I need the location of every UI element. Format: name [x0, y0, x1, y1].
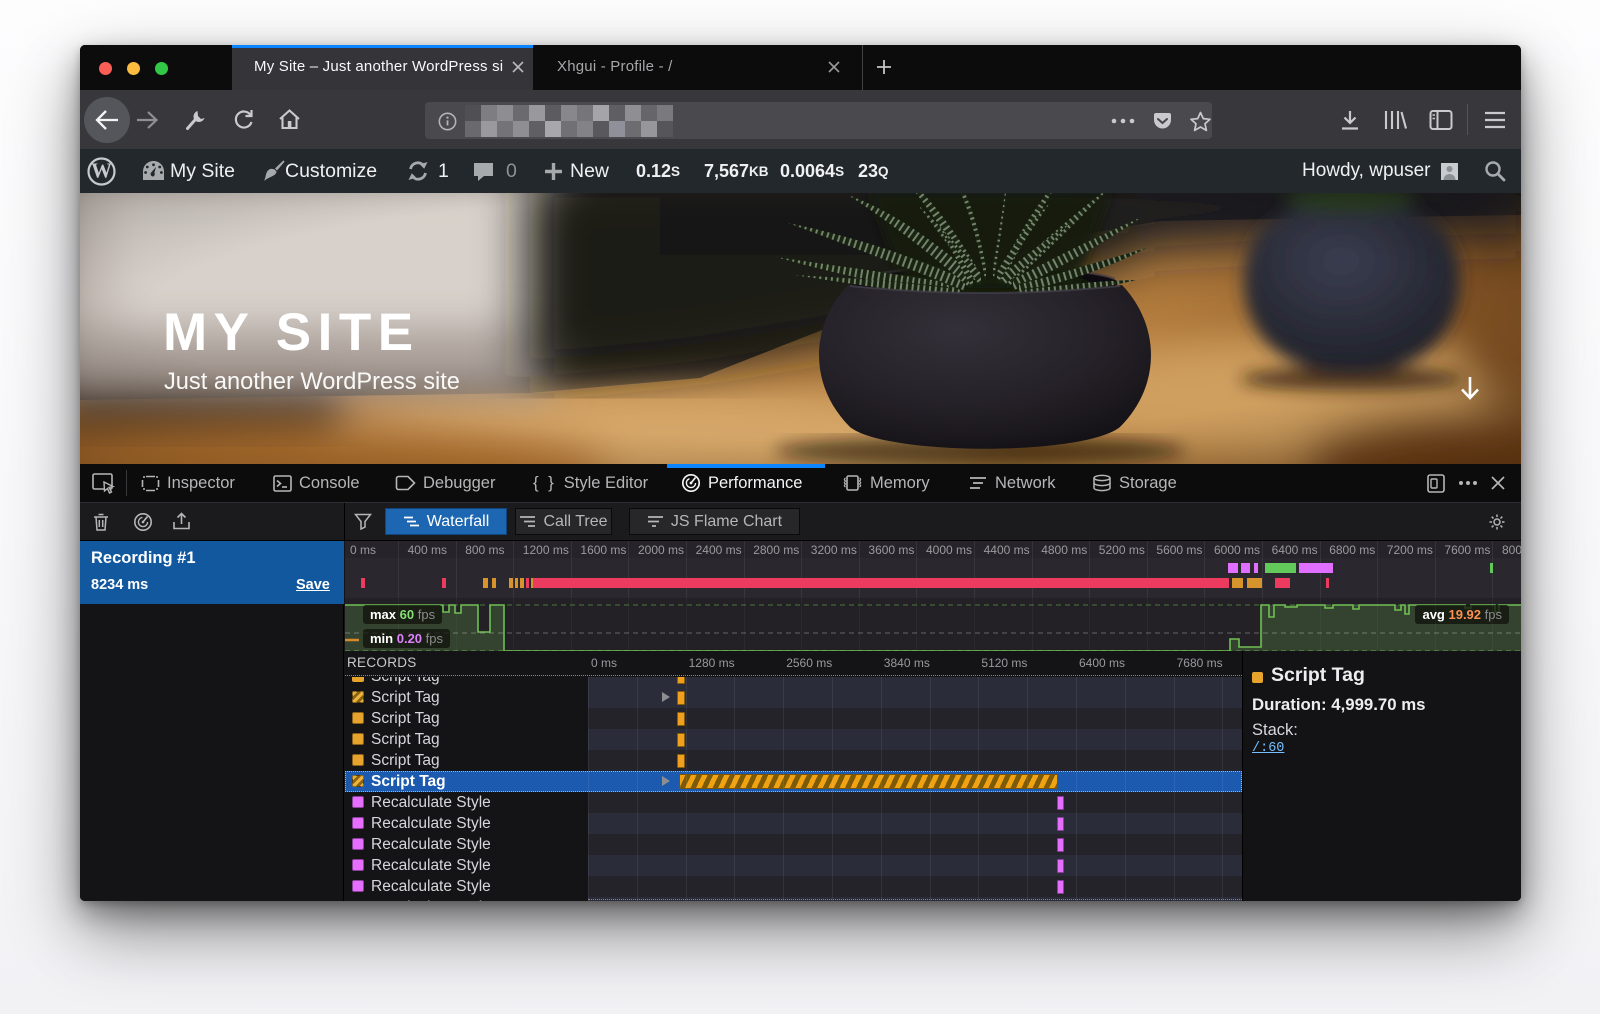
svg-text:W: W — [91, 159, 112, 183]
svg-text:Just another WordPress site: Just another WordPress site — [164, 369, 460, 395]
svg-text:MY SITE: MY SITE — [163, 303, 420, 362]
